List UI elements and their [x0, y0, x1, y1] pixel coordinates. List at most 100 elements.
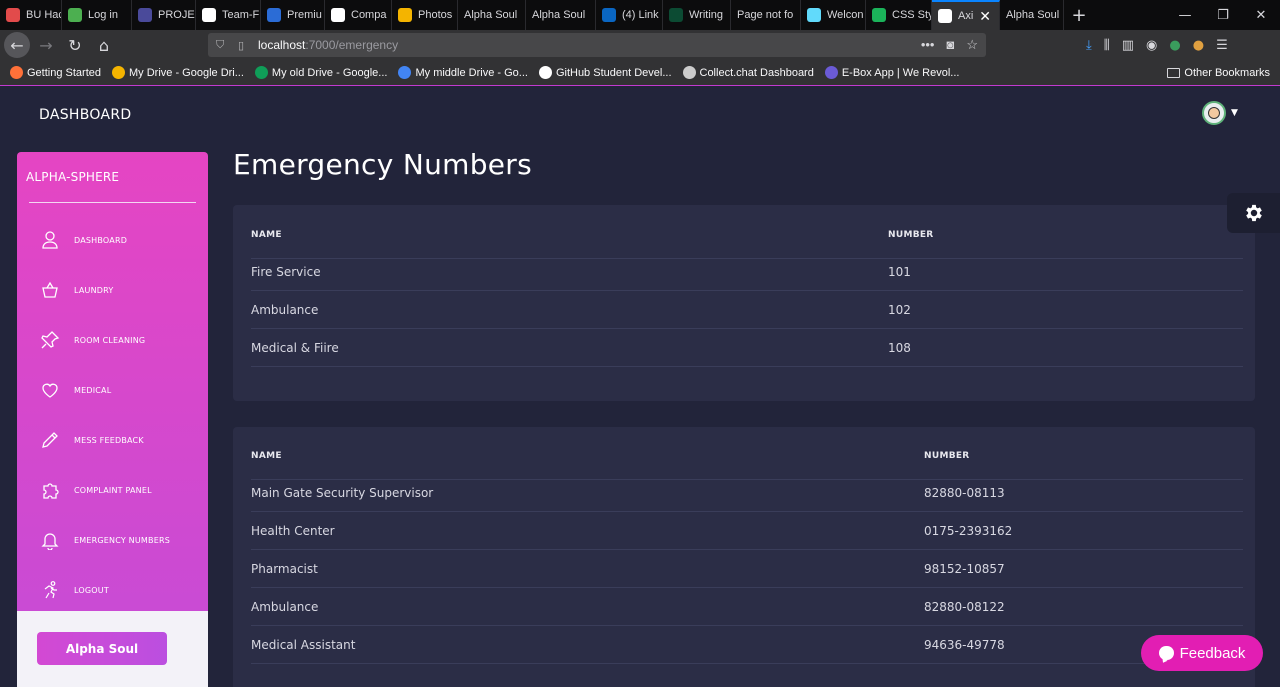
puzzle-icon — [40, 480, 60, 500]
menu-icon[interactable]: ☰ — [1216, 38, 1228, 53]
tab-favicon-icon — [138, 8, 152, 22]
sidebar-item-room-cleaning[interactable]: ROOM CLEANING — [17, 325, 208, 355]
browser-tab[interactable]: Alpha Soul — [1000, 0, 1064, 30]
table-row: Pharmacist 98152-10857 — [251, 550, 1243, 588]
sidebar-item-laundry[interactable]: LAUNDRY — [17, 275, 208, 305]
sidebar-item-label: COMPLAINT PANEL — [74, 485, 152, 495]
bell-icon — [40, 530, 60, 550]
tab-favicon-icon — [872, 8, 886, 22]
pin-icon — [40, 330, 60, 350]
pencil-icon — [40, 430, 60, 450]
bookmark-item[interactable]: My old Drive - Google... — [254, 66, 387, 79]
bookmark-favicon-icon — [10, 66, 23, 79]
extension-icon[interactable]: ● — [1169, 38, 1180, 53]
browser-tab[interactable]: Alpha Soul — [526, 0, 596, 30]
pocket-icon[interactable]: ◙ — [946, 37, 954, 53]
bookmark-favicon-icon — [254, 66, 268, 79]
bookmark-label: E-Box App | We Revol... — [841, 66, 960, 79]
forward-button[interactable]: → — [33, 32, 59, 58]
bookmark-label: GitHub Student Devel... — [555, 66, 672, 79]
sidebar-item-medical[interactable]: MEDICAL — [17, 375, 208, 405]
download-icon[interactable]: ⤓ — [1086, 38, 1092, 53]
bookmark-item[interactable]: My Drive - Google Dri... — [112, 66, 244, 79]
sidebar-footer: Alpha Soul — [17, 611, 208, 687]
sidebar-item-complaint-panel[interactable]: COMPLAINT PANEL — [17, 475, 208, 505]
table-row: Medical & Fiire 108 — [251, 329, 1243, 367]
bookmark-favicon-icon — [538, 66, 552, 79]
browser-tab[interactable]: Log in — [62, 0, 132, 30]
library-icon[interactable]: ⫼ — [1104, 38, 1110, 53]
browser-tab[interactable]: BU Hac — [0, 0, 62, 30]
sidebar-item-logout[interactable]: LOGOUT — [17, 575, 208, 605]
page-info-icon[interactable]: ▯ — [238, 39, 252, 52]
close-window-icon[interactable]: ✕ — [1242, 0, 1280, 30]
chevron-down-icon[interactable]: ▼ — [1231, 108, 1238, 118]
table-row: Main Gate Security Supervisor 82880-08113 — [251, 474, 1243, 512]
bookmark-item[interactable]: Getting Started — [10, 66, 101, 79]
browser-tab[interactable]: CSS Sty — [866, 0, 932, 30]
sidebar-divider — [29, 202, 196, 203]
browser-tab[interactable]: PROJEC — [132, 0, 196, 30]
shield-icon[interactable]: ⛉ — [216, 39, 230, 52]
sidebar-item-label: MESS FEEDBACK — [74, 435, 144, 445]
page-actions-icon[interactable]: ••• — [921, 37, 935, 53]
restore-icon[interactable]: ❐ — [1204, 0, 1242, 30]
new-tab-button[interactable]: + — [1064, 5, 1094, 26]
avatar[interactable] — [1202, 101, 1226, 125]
sidebar-item-label: MEDICAL — [74, 385, 112, 395]
account-icon[interactable]: ◉ — [1146, 38, 1157, 53]
settings-button[interactable] — [1227, 193, 1280, 233]
browser-tab[interactable]: Page not fo — [731, 0, 801, 30]
tab-title: Alpha Soul — [1006, 9, 1060, 21]
tab-title: Axi — [958, 10, 974, 22]
contact-number: 98152-10857 — [924, 561, 1005, 576]
bookmark-label: My middle Drive - Go... — [415, 66, 528, 79]
avatar-face-icon — [1208, 107, 1220, 119]
bookmark-item[interactable]: E-Box App | We Revol... — [824, 66, 960, 79]
sidebar-item-dashboard[interactable]: DASHBOARD — [17, 225, 208, 255]
alpha-soul-button[interactable]: Alpha Soul — [37, 632, 167, 665]
browser-tab[interactable]: (4) Link — [596, 0, 663, 30]
feedback-button[interactable]: Feedback — [1141, 635, 1263, 671]
browser-nav-bar: ← → ↻ ⌂ ⛉ ▯ localhost:7000/emergency •••… — [0, 30, 1280, 60]
bookmark-favicon-icon — [112, 66, 125, 79]
tab-list: BU Hac Log in PROJEC Team-F Premiu Compa Photo… — [0, 0, 1064, 30]
browser-tab[interactable]: Premiu — [261, 0, 325, 30]
app-title[interactable]: DASHBOARD — [39, 107, 131, 123]
sidebar-item-mess-feedback[interactable]: MESS FEEDBACK — [17, 425, 208, 455]
sidebar-toggle-icon[interactable]: ▥ — [1122, 38, 1134, 53]
tab-title: PROJEC — [158, 9, 195, 21]
extension-icon-2[interactable]: ● — [1193, 38, 1204, 53]
contact-name: Medical & Fiire — [251, 340, 339, 355]
gear-icon — [1245, 204, 1262, 222]
browser-tab[interactable]: Alpha Soul — [458, 0, 526, 30]
sidebar-item-emergency-numbers[interactable]: EMERGENCY NUMBERS — [17, 525, 208, 555]
browser-tab[interactable]: Photos — [392, 0, 458, 30]
table-header: NAME NUMBER — [251, 211, 1243, 259]
number-column-header: NUMBER — [888, 229, 934, 240]
bookmark-item[interactable]: My middle Drive - Go... — [398, 66, 528, 79]
bookmark-star-icon[interactable]: ☆ — [966, 37, 978, 53]
bookmark-favicon-icon — [398, 66, 412, 79]
reload-button[interactable]: ↻ — [62, 32, 88, 58]
url-path: :7000/emergency — [305, 38, 399, 52]
browser-tab[interactable]: Welcon — [801, 0, 866, 30]
tab-title: Team-F — [222, 9, 260, 21]
browser-tab[interactable]: Team-F — [196, 0, 261, 30]
tab-close-icon[interactable]: ✕ — [979, 8, 991, 25]
url-bar[interactable]: ⛉ ▯ localhost:7000/emergency ••• ◙ ☆ — [208, 33, 986, 57]
browser-tab[interactable]: Compa — [325, 0, 392, 30]
bookmark-item[interactable]: Collect.chat Dashboard — [682, 66, 814, 79]
contact-name: Main Gate Security Supervisor — [251, 485, 434, 500]
browser-tab[interactable]: Writing — [663, 0, 731, 30]
other-bookmarks[interactable]: Other Bookmarks — [1167, 60, 1270, 86]
minimize-icon[interactable]: — — [1166, 0, 1204, 30]
sidebar-item-label: LOGOUT — [74, 585, 109, 595]
back-button[interactable]: ← — [4, 32, 30, 58]
browser-tab[interactable]: Axi ✕ — [932, 0, 1000, 30]
tab-title: Page not fo — [737, 9, 794, 21]
bookmark-item[interactable]: GitHub Student Devel... — [538, 66, 672, 79]
browser-tab-bar: BU Hac Log in PROJEC Team-F Premiu Compa Photo… — [0, 0, 1280, 30]
page-title: Emergency Numbers — [233, 148, 532, 181]
home-button[interactable]: ⌂ — [91, 32, 117, 58]
